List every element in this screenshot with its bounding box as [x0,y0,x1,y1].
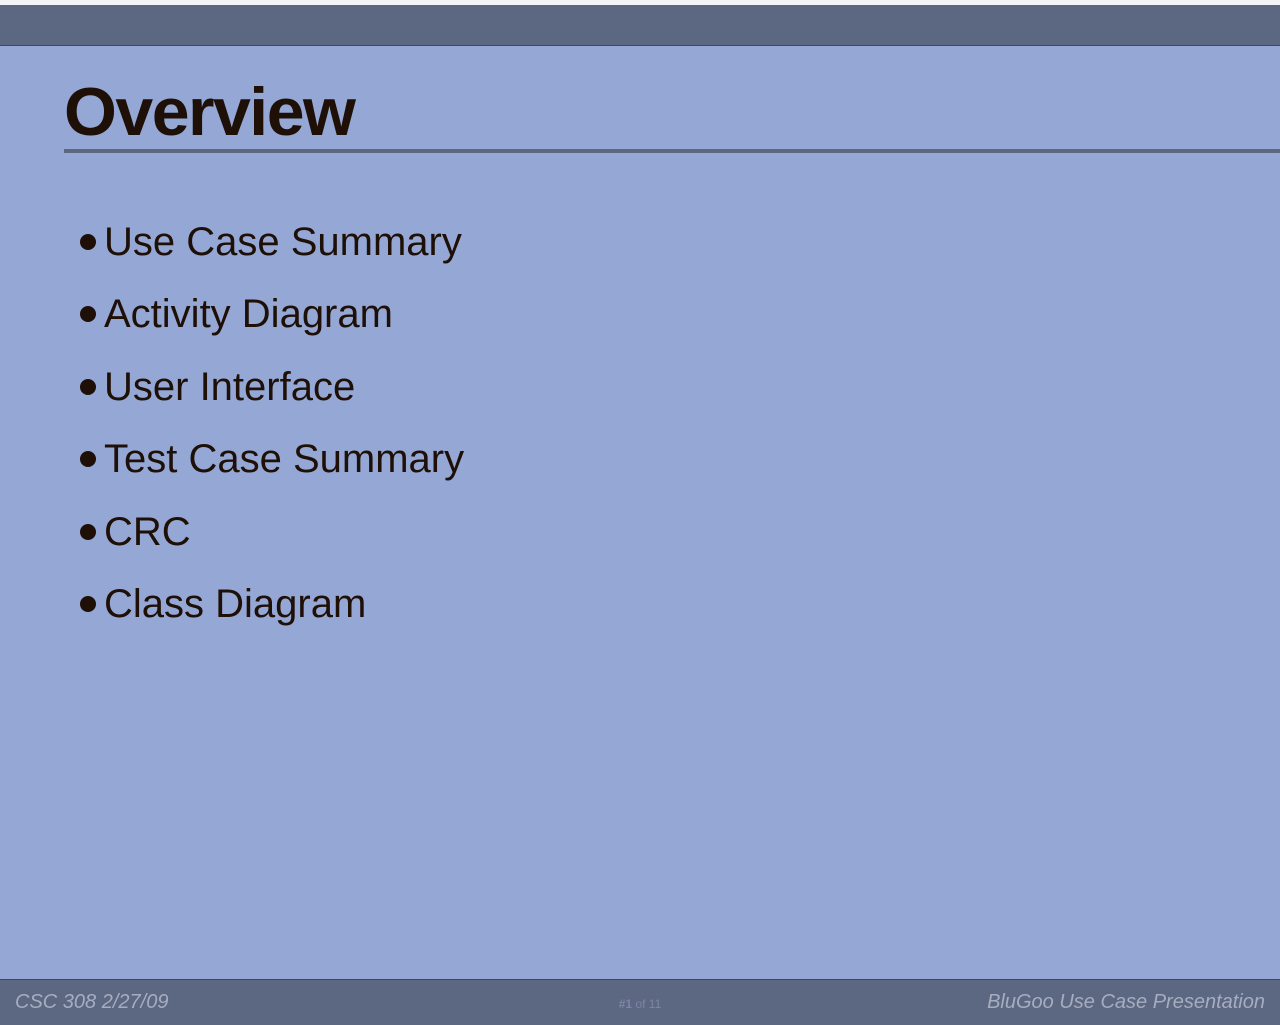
bullet-item-user-interface: User Interface [80,362,355,412]
bullet-item-activity-diagram: Activity Diagram [80,289,393,339]
page-current: #1 [618,997,633,1011]
bullet-text: CRC [104,510,191,554]
bullet-dot-icon [80,451,96,467]
bullet-dot-icon [80,524,96,540]
title-underline [64,149,1280,153]
bullet-item-crc: CRC [80,507,191,557]
bullet-text: Activity Diagram [104,292,393,336]
footer-presentation-title: BluGoo Use Case Presentation [987,991,1265,1013]
header-bar [0,5,1280,46]
footer-bar: CSC 308 2/27/09 #1 of 11 BluGoo Use Case… [0,979,1280,1025]
bullet-item-class-diagram: Class Diagram [80,579,366,629]
bullet-text: Test Case Summary [104,437,465,481]
bullet-dot-icon [80,596,96,612]
page-total: of 11 [635,997,662,1011]
bullet-text: User Interface [104,365,356,409]
slide-title: Overview [64,74,356,150]
bullet-dot-icon [80,379,96,395]
bullet-dot-icon [80,306,96,322]
bullet-text: Class Diagram [104,582,367,626]
bullet-dot-icon [80,234,96,250]
bullet-item-test-case-summary: Test Case Summary [80,434,464,484]
bullet-item-use-case-summary: Use Case Summary [80,217,462,267]
bullet-text: Use Case Summary [104,220,462,264]
